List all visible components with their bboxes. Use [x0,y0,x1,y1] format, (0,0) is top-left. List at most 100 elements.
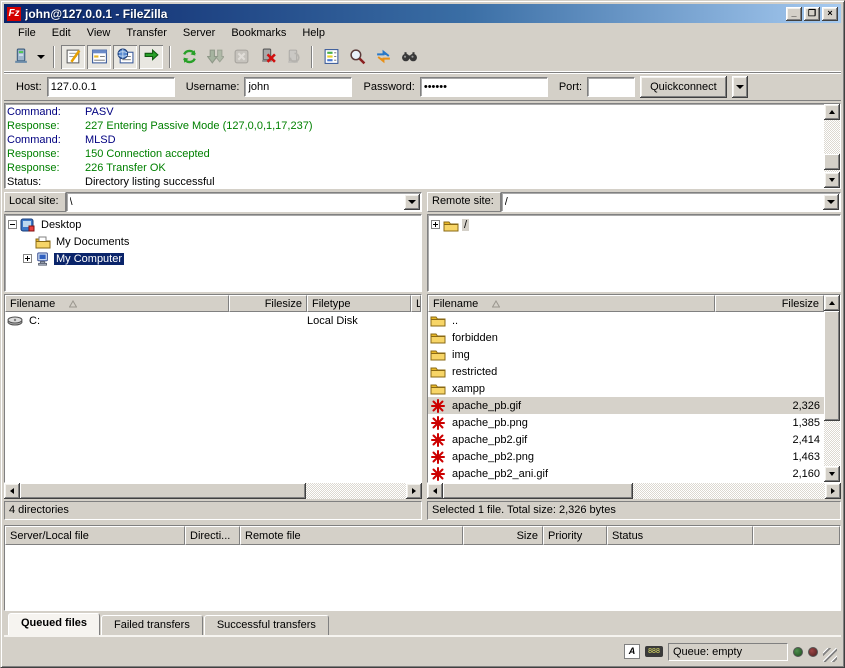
column-status[interactable]: Status [607,526,753,545]
tab-successful-transfers[interactable]: Successful transfers [204,615,329,635]
column-direction[interactable]: Directi... [185,526,240,545]
collapse-icon[interactable] [8,220,17,229]
column-last-modified[interactable]: L [411,295,421,312]
process-queue-icon[interactable] [203,45,227,69]
remote-tree[interactable]: / [427,214,841,292]
local-horizontal-scrollbar[interactable] [4,483,422,499]
tree-item-desktop[interactable]: Desktop [5,216,421,233]
menu-file[interactable]: File [10,25,44,41]
minimize-button[interactable]: _ [786,7,802,21]
file-row-c-drive[interactable]: C: Local Disk [5,312,421,329]
tab-queued-files[interactable]: Queued files [8,613,100,635]
scroll-thumb[interactable] [824,311,840,421]
column-filesize[interactable]: Filesize [715,295,824,312]
site-manager-dropdown-icon[interactable] [34,45,47,69]
folder-icon [430,364,446,379]
menu-view[interactable]: View [79,25,119,41]
toggle-local-tree-icon[interactable] [87,45,111,69]
speed-limits-icon[interactable]: 888 [645,646,663,657]
scroll-up-icon[interactable] [824,295,840,311]
toggle-message-log-icon[interactable] [61,45,85,69]
scroll-left-icon[interactable] [4,483,20,499]
file-row[interactable]: img [428,346,824,363]
password-input[interactable] [420,77,548,97]
directory-comparison-icon[interactable] [345,45,369,69]
tree-item-my-documents[interactable]: My Documents [5,233,421,250]
file-row[interactable]: apache_pb.png 1,385 [428,414,824,431]
maximize-button[interactable]: ❐ [804,7,820,21]
remote-vertical-scrollbar[interactable] [824,295,840,482]
expand-icon[interactable] [431,220,440,229]
file-row[interactable]: restricted [428,363,824,380]
transfer-type-ascii-icon[interactable]: A [624,644,640,659]
tab-failed-transfers[interactable]: Failed transfers [101,615,203,635]
disconnect-icon[interactable] [255,45,279,69]
expand-icon[interactable] [23,254,32,263]
menu-transfer[interactable]: Transfer [118,25,175,41]
scroll-down-icon[interactable] [824,466,840,482]
port-input[interactable] [587,77,635,97]
queue-body[interactable] [5,545,840,608]
quickconnect-button[interactable]: Quickconnect [640,76,727,98]
scroll-right-icon[interactable] [406,483,422,499]
username-input[interactable] [244,77,352,97]
file-row[interactable]: xampp [428,380,824,397]
resize-grip[interactable] [823,648,837,662]
remote-site-combo[interactable] [501,192,841,212]
remote-site-dropdown-icon[interactable] [823,194,839,210]
refresh-icon[interactable] [177,45,201,69]
toggle-remote-tree-icon[interactable] [113,45,137,69]
local-list-body[interactable]: C: Local Disk [5,312,421,482]
cancel-operation-icon[interactable] [229,45,253,69]
menu-help[interactable]: Help [294,25,333,41]
file-row[interactable]: apache_pb2.gif 2,414 [428,431,824,448]
scroll-right-icon[interactable] [825,483,841,499]
remote-status-text: Selected 1 file. Total size: 2,326 bytes [427,501,841,520]
remote-list-body[interactable]: .. forbidden img res [428,312,824,482]
local-tree[interactable]: Desktop My Documents My Computer [4,214,422,292]
menu-edit[interactable]: Edit [44,25,79,41]
scroll-down-icon[interactable] [824,172,840,188]
scroll-thumb[interactable] [824,154,840,170]
scroll-up-icon[interactable] [824,104,840,120]
tree-item-root[interactable]: / [428,216,840,233]
file-row-selected[interactable]: apache_pb.gif 2,326 [428,397,824,414]
tree-item-my-computer[interactable]: My Computer [5,250,421,267]
column-filesize[interactable]: Filesize [229,295,307,312]
toggle-transfer-queue-icon[interactable] [139,45,163,69]
scroll-left-icon[interactable] [427,483,443,499]
file-row[interactable]: .. [428,312,824,329]
column-size[interactable]: Size [463,526,543,545]
column-filename[interactable]: Filename [5,295,229,312]
host-input[interactable] [47,77,175,97]
remote-list-header: Filename Filesize [428,295,824,312]
scroll-thumb[interactable] [443,483,633,499]
column-server-local-file[interactable]: Server/Local file [5,526,185,545]
title-bar[interactable]: Fz john@127.0.0.1 - FileZilla _ ❐ × [4,4,841,23]
close-button[interactable]: × [822,7,838,21]
log-vertical-scrollbar[interactable] [824,104,840,188]
local-site-combo[interactable] [66,192,422,212]
remote-horizontal-scrollbar[interactable] [427,483,841,499]
directory-listing-filters-icon[interactable] [319,45,343,69]
scroll-thumb[interactable] [20,483,306,499]
folder-icon [430,313,446,328]
menu-bookmarks[interactable]: Bookmarks [223,25,294,41]
menu-server[interactable]: Server [175,25,223,41]
reconnect-icon[interactable] [281,45,305,69]
file-row[interactable]: apache_pb2.png 1,463 [428,448,824,465]
broken-image-icon [430,466,446,481]
file-row[interactable]: forbidden [428,329,824,346]
site-manager-icon[interactable] [8,45,32,69]
local-site-dropdown-icon[interactable] [404,194,420,210]
file-row[interactable]: apache_pb2_ani.gif 2,160 [428,465,824,482]
column-remote-file[interactable]: Remote file [240,526,463,545]
find-files-icon[interactable] [397,45,421,69]
local-status-text: 4 directories [4,501,422,520]
quickconnect-dropdown-icon[interactable] [732,76,748,98]
message-log-content[interactable]: Command:PASV Response:227 Entering Passi… [5,104,824,188]
column-filename[interactable]: Filename [428,295,715,312]
column-priority[interactable]: Priority [543,526,607,545]
synchronized-browsing-icon[interactable] [371,45,395,69]
column-filetype[interactable]: Filetype [307,295,411,312]
